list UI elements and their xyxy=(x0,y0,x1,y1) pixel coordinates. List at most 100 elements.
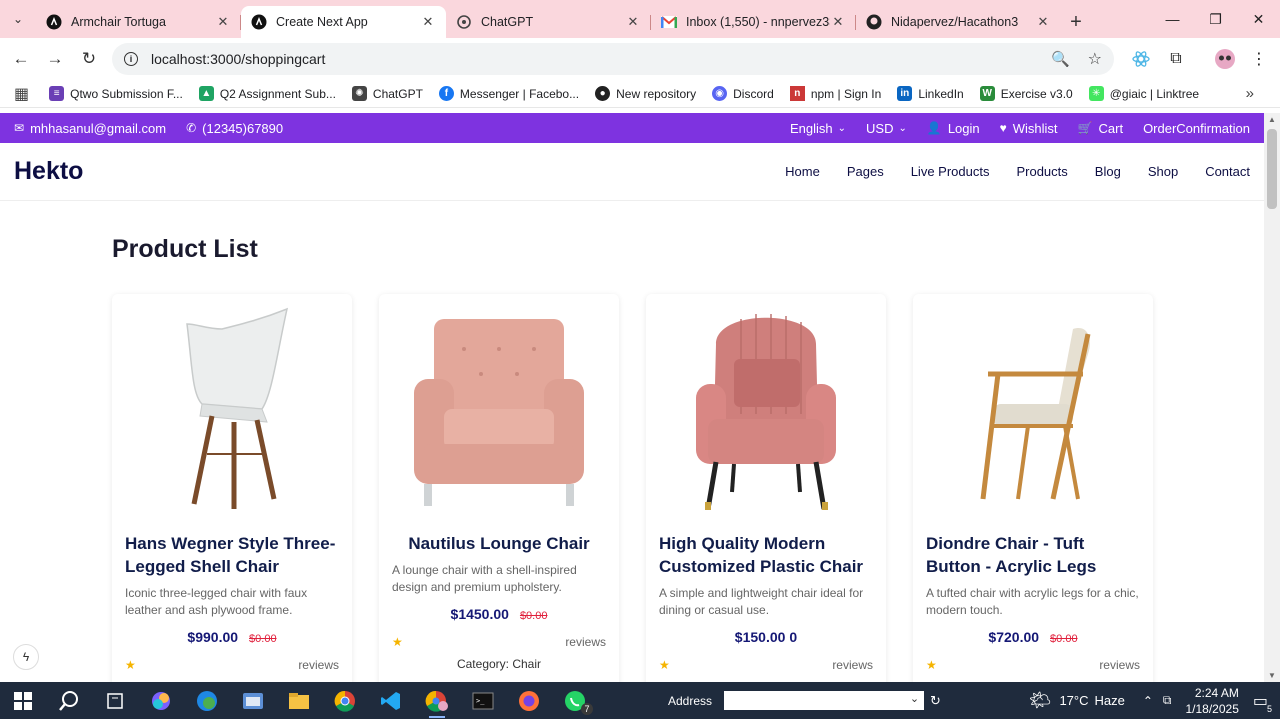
bookmark-item[interactable]: f Messenger | Facebo... xyxy=(438,86,579,101)
show-hidden-icons-chevron[interactable]: ⌃ xyxy=(1143,694,1153,708)
terminal-icon[interactable]: >_ xyxy=(460,682,506,719)
product-meta: ★ reviews xyxy=(659,658,873,672)
chevron-down-icon[interactable]: ⌄ xyxy=(910,692,919,705)
bookmark-item[interactable]: ≡ Qtwo Submission F... xyxy=(49,86,183,101)
tab-armchair-tortuga[interactable]: Armchair Tortuga ✕ xyxy=(36,6,241,38)
site-info-icon[interactable]: i xyxy=(124,52,138,66)
product-title[interactable]: Diondre Chair - Tuft Button - Acrylic Le… xyxy=(926,532,1140,578)
language-select[interactable]: English ⌄ xyxy=(790,121,846,136)
nav-live-products[interactable]: Live Products xyxy=(911,164,990,179)
email-contact[interactable]: ✉ mhhasanul@gmail.com xyxy=(14,121,166,136)
browser-menu-icon[interactable]: ⋮ xyxy=(1244,44,1274,74)
close-tab-icon[interactable]: ✕ xyxy=(830,14,846,30)
bookmark-item[interactable]: n npm | Sign In xyxy=(789,86,881,101)
bookmark-item[interactable]: ● New repository xyxy=(595,86,696,101)
cart-link[interactable]: 🛒 Cart xyxy=(1078,121,1124,136)
close-tab-icon[interactable]: ✕ xyxy=(215,14,231,30)
file-explorer-icon[interactable] xyxy=(276,682,322,719)
vscode-icon[interactable] xyxy=(368,682,414,719)
edge-icon[interactable] xyxy=(184,682,230,719)
copilot-icon[interactable] xyxy=(138,682,184,719)
nextjs-icon xyxy=(251,14,267,30)
bookmark-item[interactable]: in LinkedIn xyxy=(897,86,964,101)
nextjs-devtools-icon[interactable]: ϟ xyxy=(13,644,39,670)
nextjs-icon xyxy=(46,14,62,30)
more-bookmarks-icon[interactable]: » xyxy=(1246,85,1254,102)
whatsapp-icon[interactable]: 7 xyxy=(552,682,598,719)
new-tab-button[interactable]: + xyxy=(1061,6,1091,38)
wishlist-link[interactable]: ♥ Wishlist xyxy=(1000,121,1058,136)
product-image-white-shell-chair[interactable] xyxy=(125,294,339,524)
product-price: $720.00 $0.00 xyxy=(926,629,1140,645)
currency-select[interactable]: USD ⌄ xyxy=(866,121,907,136)
bookmark-item[interactable]: ◉ Discord xyxy=(712,86,774,101)
notification-icon[interactable]: ▭ 5 xyxy=(1253,691,1272,714)
bookmark-item[interactable]: ▲ Q2 Assignment Sub... xyxy=(198,86,336,101)
minimize-icon[interactable]: — xyxy=(1151,0,1194,38)
nav-pages[interactable]: Pages xyxy=(847,164,884,179)
extensions-puzzle-icon[interactable]: ⧉ xyxy=(1161,44,1191,74)
bookmark-star-icon[interactable]: ☆ xyxy=(1088,49,1102,69)
weather-haze-icon[interactable]: 🌤 xyxy=(1029,690,1052,711)
chrome-profile-icon[interactable] xyxy=(414,682,460,719)
forward-arrow-icon[interactable]: → xyxy=(38,42,72,76)
product-title[interactable]: Nautilus Lounge Chair xyxy=(392,532,606,555)
bookmark-item[interactable]: W Exercise v3.0 xyxy=(979,86,1073,101)
site-logo[interactable]: Hekto xyxy=(14,157,83,186)
page-scrollbar[interactable]: ▲ ▼ xyxy=(1264,113,1280,682)
nav-shop[interactable]: Shop xyxy=(1148,164,1178,179)
zoom-icon[interactable]: 🔍 xyxy=(1051,50,1070,68)
close-tab-icon[interactable]: ✕ xyxy=(625,14,641,30)
back-arrow-icon[interactable]: ← xyxy=(4,42,38,76)
display-icon[interactable]: ⧉ xyxy=(1163,693,1172,708)
bookmark-item[interactable]: ✳ @giaic | Linktree xyxy=(1088,86,1199,101)
close-window-icon[interactable]: ✕ xyxy=(1237,0,1280,38)
tab-github-repo[interactable]: Nidapervez/Hacathon3 ✕ xyxy=(856,6,1061,38)
tab-chatgpt[interactable]: ChatGPT ✕ xyxy=(446,6,651,38)
go-arrow-icon[interactable]: ↻ xyxy=(930,693,941,709)
product-image-pink-wingback-chair[interactable] xyxy=(659,294,873,524)
nav-products[interactable]: Products xyxy=(1016,164,1067,179)
product-card[interactable]: Nautilus Lounge Chair A lounge chair wit… xyxy=(379,294,619,682)
product-card[interactable]: Hans Wegner Style Three-Legged Shell Cha… xyxy=(112,294,352,682)
product-title[interactable]: Hans Wegner Style Three-Legged Shell Cha… xyxy=(125,532,339,578)
order-confirmation-link[interactable]: OrderConfirmation xyxy=(1143,121,1250,136)
tab-gmail-inbox[interactable]: Inbox (1,550) - nnpervez333 ✕ xyxy=(651,6,856,38)
reload-icon[interactable]: ↻ xyxy=(72,42,106,76)
address-bar[interactable]: i localhost:3000/shoppingcart 🔍 ☆ xyxy=(112,43,1114,75)
nav-contact[interactable]: Contact xyxy=(1205,164,1250,179)
profile-avatar[interactable] xyxy=(1210,44,1240,74)
product-title[interactable]: High Quality Modern Customized Plastic C… xyxy=(659,532,873,578)
weather-temp[interactable]: 17°C xyxy=(1059,693,1088,708)
product-card[interactable]: Diondre Chair - Tuft Button - Acrylic Le… xyxy=(913,294,1153,682)
nav-home[interactable]: Home xyxy=(785,164,820,179)
phone-contact[interactable]: ✆ (12345)67890 xyxy=(186,121,283,136)
tab-search-chevron-icon[interactable]: ⌄ xyxy=(0,0,36,38)
product-image-pink-lounge-chair[interactable] xyxy=(392,294,606,524)
nav-blog[interactable]: Blog xyxy=(1095,164,1121,179)
svg-text:>_: >_ xyxy=(476,697,485,705)
firefox-icon[interactable] xyxy=(506,682,552,719)
close-tab-icon[interactable]: ✕ xyxy=(1035,14,1051,30)
weather-text[interactable]: Haze xyxy=(1094,693,1124,708)
taskbar-address-input[interactable]: ⌄ xyxy=(724,691,925,710)
task-view-icon[interactable] xyxy=(92,682,138,719)
apps-grid-icon[interactable]: ▦ xyxy=(14,84,29,104)
bookmark-item[interactable]: ✺ ChatGPT xyxy=(351,86,423,101)
restore-icon[interactable]: ❐ xyxy=(1194,0,1237,38)
tab-create-next-app[interactable]: Create Next App ✕ xyxy=(241,6,446,38)
windows-start-icon[interactable] xyxy=(0,682,46,719)
react-devtools-icon[interactable] xyxy=(1126,44,1156,74)
scroll-down-arrow-icon[interactable]: ▼ xyxy=(1268,671,1276,680)
heart-icon: ♥ xyxy=(999,121,1007,135)
search-icon[interactable] xyxy=(46,682,92,719)
app-window-icon[interactable] xyxy=(230,682,276,719)
scroll-up-arrow-icon[interactable]: ▲ xyxy=(1268,115,1276,124)
system-clock[interactable]: 2:24 AM 1/18/2025 xyxy=(1185,685,1238,717)
chrome-icon[interactable] xyxy=(322,682,368,719)
product-image-wooden-armchair[interactable] xyxy=(926,294,1140,524)
scrollbar-thumb[interactable] xyxy=(1267,129,1277,209)
login-link[interactable]: 👤 Login xyxy=(927,121,980,136)
close-tab-icon[interactable]: ✕ xyxy=(420,14,436,30)
product-card[interactable]: High Quality Modern Customized Plastic C… xyxy=(646,294,886,682)
